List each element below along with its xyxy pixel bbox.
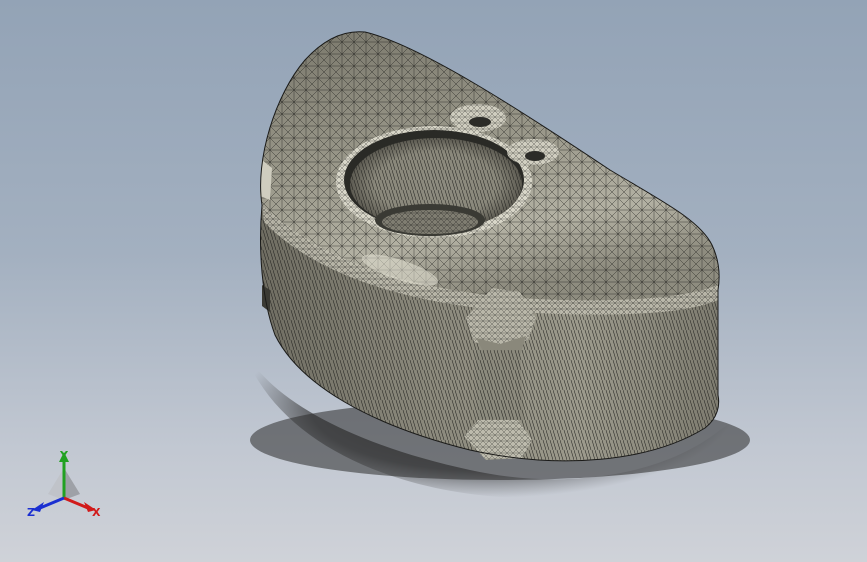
z-axis-label: Z	[27, 506, 35, 519]
part-model[interactable]	[0, 0, 867, 562]
y-axis-label: Y	[59, 449, 69, 462]
central-bore[interactable]	[336, 126, 532, 238]
graphics-viewport[interactable]: Y X Z	[0, 0, 867, 562]
orientation-triad[interactable]: Y X Z	[22, 446, 106, 522]
countersunk-hole-1[interactable]	[450, 104, 506, 132]
x-axis-label: X	[92, 506, 101, 519]
countersunk-hole-2[interactable]	[507, 139, 559, 165]
